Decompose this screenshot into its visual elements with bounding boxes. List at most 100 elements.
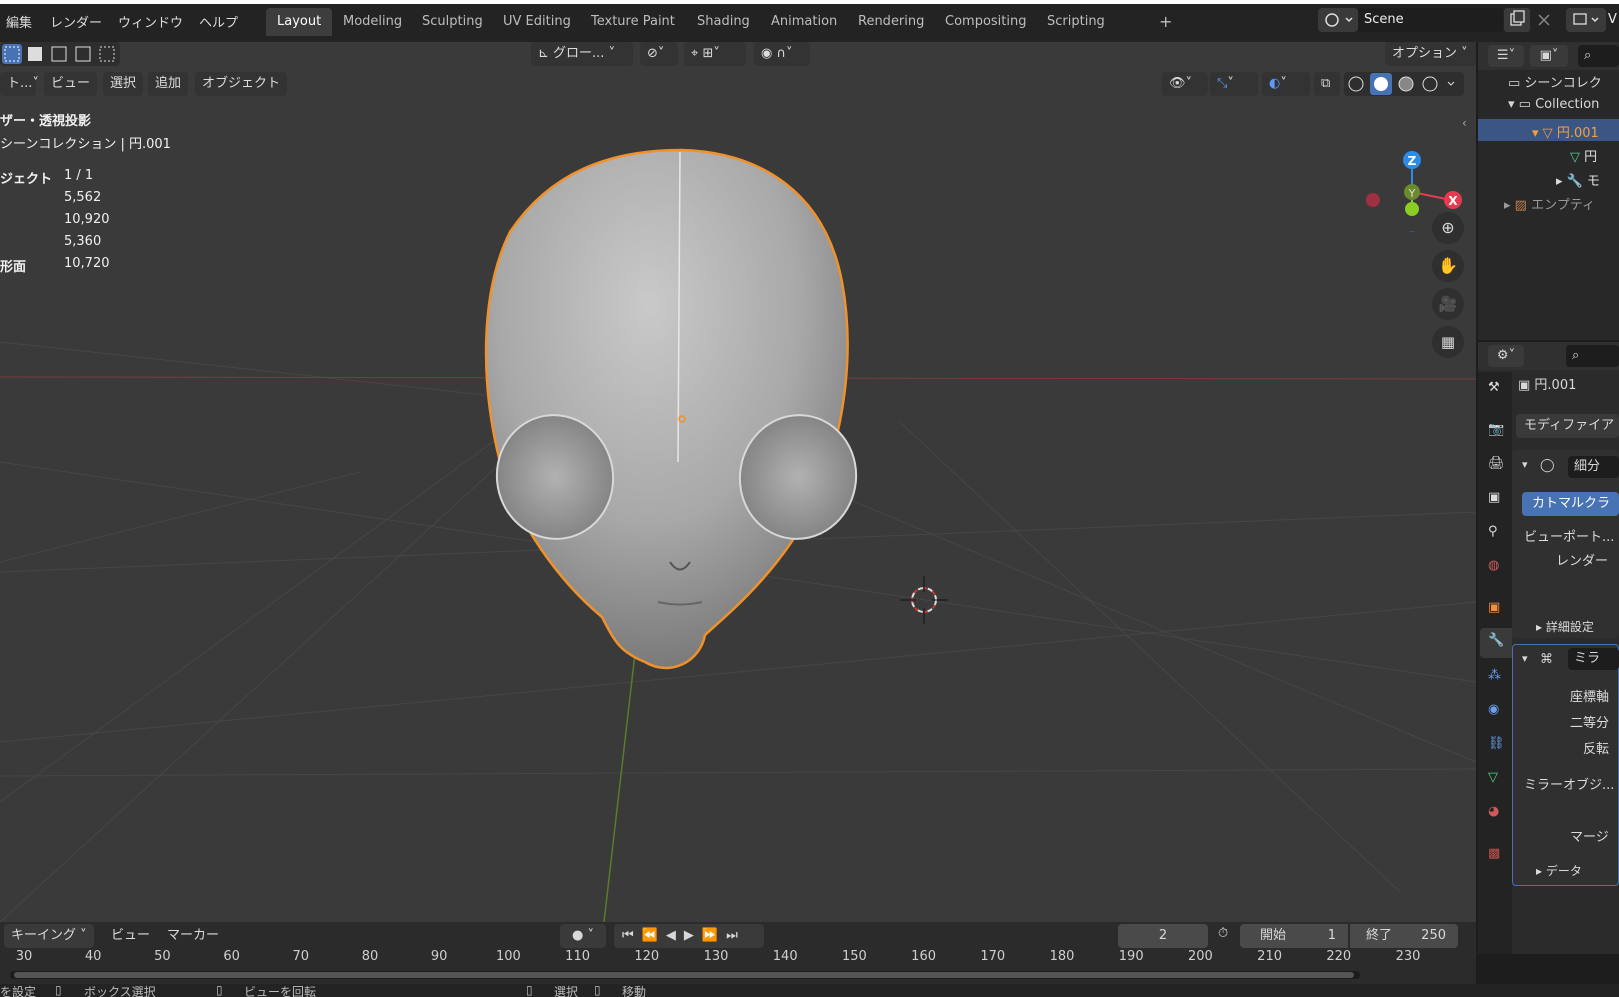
3d-cursor-icon[interactable] <box>898 574 950 626</box>
scene-browse-button[interactable] <box>1318 8 1358 32</box>
view-layer-tab-icon[interactable]: ▣ <box>1488 490 1500 505</box>
mouse-right-icon: ▯ <box>594 984 601 997</box>
menu-add[interactable]: 追加 <box>148 72 189 96</box>
tab-uv-editing[interactable]: UV Editing <box>492 8 582 36</box>
outliner-scene-collection[interactable]: ▭ シーンコレク <box>1508 72 1602 91</box>
material-tab-icon[interactable]: ◕ <box>1488 804 1499 819</box>
expand-icon: ▸ <box>1556 174 1567 189</box>
proportional-edit-button[interactable]: ◉ ∩˅ <box>754 42 810 66</box>
menu-select[interactable]: 選択 <box>103 72 144 96</box>
playback-controls[interactable]: ⏮⏪◀▶⏩⏭ <box>614 924 764 948</box>
view-layer-button[interactable] <box>1566 8 1606 32</box>
mode-dropdown[interactable]: ト...˅ <box>0 72 39 96</box>
keying-dropdown[interactable]: キーイング ˅ <box>4 924 94 948</box>
menu-help[interactable]: ヘルプ <box>199 12 238 31</box>
timeline-view-menu[interactable]: ビュー <box>104 924 157 948</box>
end-frame-field[interactable]: 終了 250 <box>1350 924 1458 948</box>
properties-search[interactable]: ⌕ <box>1566 345 1619 367</box>
tab-texture-paint[interactable]: Texture Paint <box>580 8 686 36</box>
stat-vertices-value: 5,562 <box>64 190 102 205</box>
scene-icon <box>1325 13 1353 27</box>
timeline: キーイング ˅ ビュー マーカー ● ˅ ⏮⏪◀▶⏩⏭ 2 ⏱ 開始 1 終了 25… <box>0 922 1476 984</box>
pan-button[interactable]: ✋ <box>1432 250 1464 282</box>
overlay-toggle[interactable]: ◐˅ <box>1262 72 1310 96</box>
subsurf-name-field[interactable]: 細分 <box>1568 456 1619 478</box>
scene-name-field[interactable]: Scene <box>1358 8 1503 32</box>
catmull-clark-button[interactable]: カトマルクラ <box>1522 492 1619 516</box>
timeline-scroll-thumb[interactable] <box>14 972 1354 978</box>
outliner-object-row[interactable]: ▾ ▽ 円.001 <box>1478 119 1619 141</box>
3d-viewport[interactable]: ⊾ グロー... ˅ ⊘˅ ⌖ ⊞˅ ◉ ∩˅ オプション ˅ ト...˅ ビュ… <box>0 42 1476 922</box>
camera-view-button[interactable]: 🎥 <box>1432 288 1464 320</box>
object-tab-icon[interactable]: ▣ <box>1488 600 1500 615</box>
advanced-subpanel[interactable]: ▸ 詳細設定 <box>1536 618 1594 635</box>
menu-edit[interactable]: 編集 <box>6 12 32 31</box>
shading-modes[interactable] <box>1344 72 1464 96</box>
ortho-toggle-button[interactable]: ▦ <box>1432 326 1464 358</box>
outliner-empty[interactable]: ▸ ▨ エンプティ <box>1504 194 1595 213</box>
sidebar-toggle[interactable]: ‹ <box>1462 116 1467 130</box>
delete-scene-button[interactable] <box>1532 8 1556 32</box>
gizmo-toggle[interactable]: ⤡˅ <box>1210 72 1258 96</box>
data-tab-icon[interactable]: ▽ <box>1488 770 1498 785</box>
timeline-scrollbar[interactable] <box>10 971 1360 979</box>
visibility-dropdown[interactable]: 👁˅ <box>1162 72 1208 96</box>
timeline-marker-menu[interactable]: マーカー <box>160 924 226 948</box>
start-frame-field[interactable]: 開始 1 <box>1240 924 1348 948</box>
texture-tab-icon[interactable]: ▩ <box>1488 846 1500 861</box>
frame-tick-label: 170 <box>980 949 1006 964</box>
add-workspace-button[interactable]: + <box>1148 8 1183 36</box>
outliner-mesh-data[interactable]: ▽ 円 <box>1570 146 1597 165</box>
tab-scripting[interactable]: Scripting <box>1036 8 1116 36</box>
expand-icon: ▸ <box>1504 198 1515 213</box>
status-select: 選択 <box>554 985 579 997</box>
snap-button[interactable]: ⌖ ⊞˅ <box>684 42 746 66</box>
outliner-collection[interactable]: ▾ ▭ Collection <box>1508 97 1599 112</box>
tab-modeling[interactable]: Modeling <box>332 8 413 36</box>
frame-tick-label: 120 <box>634 949 660 964</box>
outliner-modifiers[interactable]: ▸ 🔧 モ <box>1556 170 1600 189</box>
modifier-tab[interactable]: 🔧 <box>1480 628 1512 658</box>
xray-toggle[interactable]: ⧉ <box>1314 72 1340 96</box>
tool-tab-icon[interactable]: ⚒ <box>1488 380 1500 395</box>
world-tab-icon[interactable]: ◍ <box>1488 558 1499 573</box>
physics-tab-icon[interactable]: ◉ <box>1488 702 1499 717</box>
subsurf-collapse-toggle[interactable]: ▾ <box>1522 458 1528 471</box>
tab-rendering[interactable]: Rendering <box>847 8 935 36</box>
menu-view[interactable]: ビュー <box>44 72 98 96</box>
data-subpanel[interactable]: ▸ データ <box>1536 862 1582 879</box>
auto-keying-button[interactable]: ● ˅ <box>560 924 606 948</box>
constraints-tab-icon[interactable]: ⛓ <box>1488 736 1505 751</box>
tab-shading[interactable]: Shading <box>686 8 761 36</box>
mesh-object-icon: ▽ <box>1542 126 1553 141</box>
tab-sculpting[interactable]: Sculpting <box>411 8 494 36</box>
current-frame-field[interactable]: 2 <box>1118 924 1208 948</box>
outliner-search[interactable]: ⌕ <box>1578 45 1619 67</box>
add-modifier-dropdown[interactable]: モディファイア <box>1516 414 1619 438</box>
menu-render[interactable]: レンダー <box>50 12 102 31</box>
tab-animation[interactable]: Animation <box>760 8 848 36</box>
display-mode-dropdown[interactable]: ☰˅ <box>1488 45 1524 67</box>
frame-tick-label: 130 <box>703 949 729 964</box>
filter-dropdown[interactable]: ▣˅ <box>1530 45 1568 67</box>
pivot-dropdown[interactable]: ⊘˅ <box>640 42 678 66</box>
output-tab-icon[interactable]: 🖨 <box>1488 456 1505 471</box>
mirror-collapse-toggle[interactable]: ▾ <box>1522 652 1528 665</box>
transform-orientation-dropdown[interactable]: ⊾ グロー... ˅ <box>531 42 633 66</box>
particles-tab-icon[interactable]: ⁂ <box>1488 668 1501 683</box>
menu-object[interactable]: オブジェクト <box>195 72 288 96</box>
zoom-button[interactable]: ⊕ <box>1432 212 1464 244</box>
options-dropdown[interactable]: オプション ˅ <box>1385 42 1476 66</box>
editor-type-dropdown[interactable]: ⚙˅ <box>1488 345 1524 367</box>
scene-tab-icon[interactable]: ⚲ <box>1488 524 1498 539</box>
menu-window[interactable]: ウィンドウ <box>118 12 183 31</box>
render-tab-icon[interactable]: 📷 <box>1488 422 1504 437</box>
copy-icon <box>1510 10 1525 26</box>
tab-compositing[interactable]: Compositing <box>934 8 1038 36</box>
mirror-name-field[interactable]: ミラ <box>1568 648 1619 670</box>
alien-head-mesh[interactable] <box>470 102 890 702</box>
zoom-icon: ⊕ <box>1441 218 1455 237</box>
tab-layout[interactable]: Layout <box>266 8 333 36</box>
new-scene-button[interactable] <box>1504 8 1530 32</box>
stat-triangles-value: 10,720 <box>64 256 110 271</box>
